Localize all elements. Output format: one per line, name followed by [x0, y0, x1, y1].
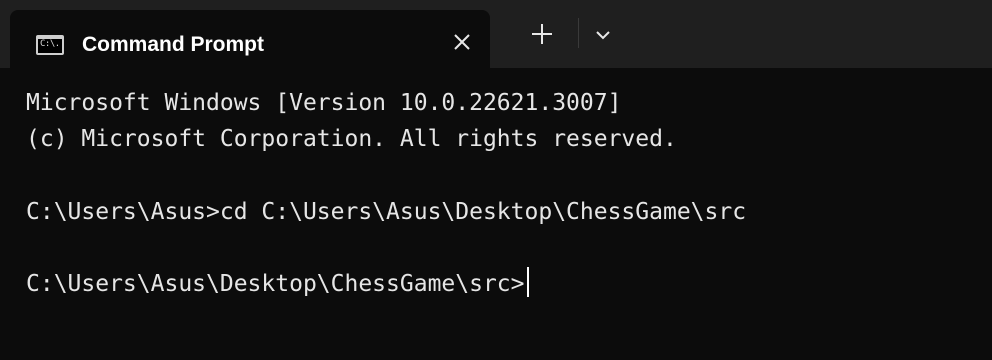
cmd-icon: C:\.	[36, 35, 64, 55]
plus-icon[interactable]	[526, 18, 558, 50]
terminal-prompt-line[interactable]: C:\Users\Asus\Desktop\ChessGame\src>	[26, 267, 529, 301]
terminal-line: (c) Microsoft Corporation. All rights re…	[26, 126, 677, 152]
text-cursor	[526, 267, 529, 297]
terminal-output[interactable]: Microsoft Windows [Version 10.0.22621.30…	[26, 86, 992, 297]
terminal-prompt: C:\Users\Asus\Desktop\ChessGame\src>	[26, 271, 525, 297]
tab-bar: C:\. Command Prompt	[0, 0, 992, 68]
tab-title: Command Prompt	[82, 33, 265, 56]
terminal-line: Microsoft Windows [Version 10.0.22621.30…	[26, 90, 622, 116]
cmd-icon-glyph: C:\.	[40, 39, 60, 49]
tab-command-prompt[interactable]: C:\. Command Prompt	[10, 10, 490, 68]
terminal-line: C:\Users\Asus>cd C:\Users\Asus\Desktop\C…	[26, 199, 747, 225]
close-icon[interactable]	[450, 30, 474, 54]
terminal-window: C:\. Command Prompt Microsoft Windows [V…	[0, 0, 992, 360]
tab-divider	[578, 18, 579, 48]
chevron-down-icon[interactable]	[590, 22, 616, 48]
